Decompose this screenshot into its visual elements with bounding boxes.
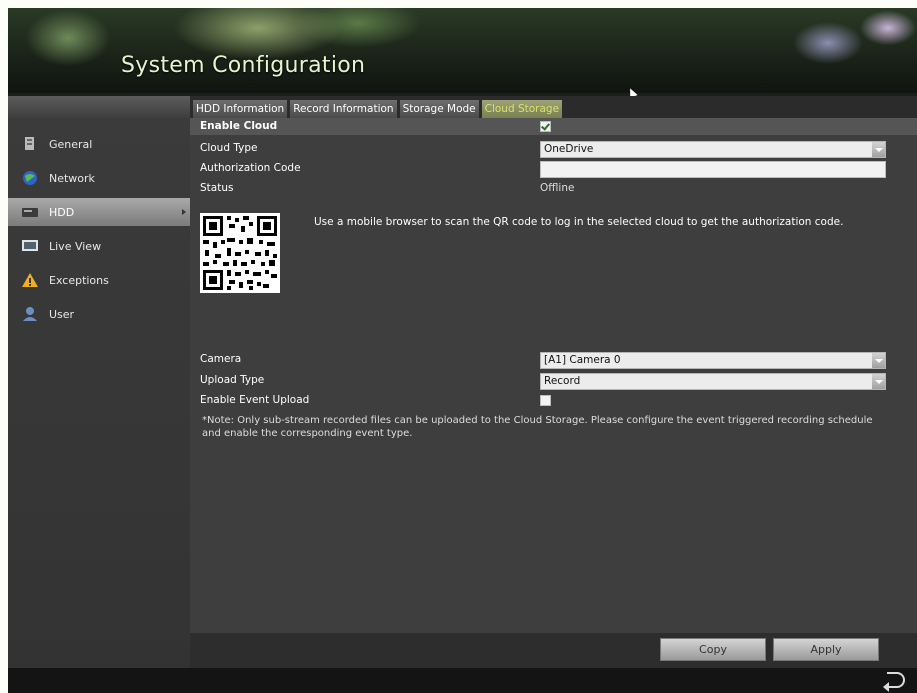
enable-cloud-checkbox[interactable] xyxy=(540,121,551,132)
camera-row: Camera [A1] Camera 0 xyxy=(190,351,917,369)
authorization-code-input[interactable] xyxy=(540,161,886,178)
sidebar-item-label: General xyxy=(49,137,93,151)
authorization-code-label: Authorization Code xyxy=(200,162,301,174)
authorization-code-row: Authorization Code xyxy=(190,160,917,178)
sidebar-item-label: Network xyxy=(49,171,95,185)
sidebar-item-hdd[interactable]: HDD xyxy=(8,198,190,226)
back-icon[interactable] xyxy=(883,672,905,692)
enable-event-upload-row: Enable Event Upload xyxy=(190,392,917,409)
sidebar-item-label: User xyxy=(49,307,75,321)
enable-event-upload-checkbox[interactable] xyxy=(540,395,551,406)
header-banner: System Configuration xyxy=(8,8,917,99)
copy-button[interactable]: Copy xyxy=(660,638,766,661)
sidebar-item-label: HDD xyxy=(49,205,75,219)
qr-hint-text: Use a mobile browser to scan the QR code… xyxy=(314,216,844,228)
sidebar-item-user[interactable]: User xyxy=(8,300,190,328)
cloud-type-label: Cloud Type xyxy=(200,142,258,154)
camera-select[interactable]: [A1] Camera 0 xyxy=(540,352,886,369)
sidebar-header xyxy=(8,96,190,118)
tab-hdd-information[interactable]: HDD Information xyxy=(193,100,288,118)
enable-cloud-row: Enable Cloud xyxy=(190,118,917,135)
network-icon xyxy=(21,170,39,186)
sidebar-item-label: Exceptions xyxy=(49,273,109,287)
upload-type-row: Upload Type Record xyxy=(190,372,917,390)
warning-icon xyxy=(21,272,39,288)
monitor-icon xyxy=(21,238,39,254)
cloud-type-row: Cloud Type OneDrive xyxy=(190,140,917,158)
camera-label: Camera xyxy=(200,353,242,365)
tab-bar: HDD Information Record Information Stora… xyxy=(190,96,917,118)
tab-storage-mode[interactable]: Storage Mode xyxy=(399,100,479,118)
footer-bar xyxy=(8,668,917,693)
sidebar: General Network HDD Live View Exceptions… xyxy=(8,118,190,668)
chevron-down-icon xyxy=(872,353,885,368)
upload-type-select[interactable]: Record xyxy=(540,373,886,390)
tab-cloud-storage[interactable]: Cloud Storage xyxy=(481,100,563,118)
sidebar-item-general[interactable]: General xyxy=(8,130,190,158)
dvr-window: System Configuration General Network HDD xyxy=(8,8,917,693)
sidebar-item-exceptions[interactable]: Exceptions xyxy=(8,266,190,294)
chevron-down-icon xyxy=(872,374,885,389)
enable-cloud-label: Enable Cloud xyxy=(200,120,278,132)
cloud-storage-panel: Enable Cloud Cloud Type OneDrive Authori… xyxy=(190,118,917,633)
cloud-type-value: OneDrive xyxy=(544,143,594,155)
general-icon xyxy=(21,136,39,152)
chevron-down-icon xyxy=(872,142,885,157)
sidebar-item-label: Live View xyxy=(49,239,102,253)
qr-code-icon xyxy=(200,213,280,293)
cloud-type-select[interactable]: OneDrive xyxy=(540,141,886,158)
hdd-icon xyxy=(21,204,39,220)
action-bar: Copy Apply xyxy=(190,633,917,668)
page-title: System Configuration xyxy=(121,53,366,78)
status-value: Offline xyxy=(540,182,575,194)
chevron-right-icon xyxy=(182,209,186,215)
tab-record-information[interactable]: Record Information xyxy=(290,100,397,118)
enable-event-upload-label: Enable Event Upload xyxy=(200,394,310,406)
cloud-storage-note: *Note: Only sub-stream recorded files ca… xyxy=(202,415,873,439)
status-label: Status xyxy=(200,182,234,194)
status-row: Status Offline xyxy=(190,180,917,197)
sidebar-item-network[interactable]: Network xyxy=(8,164,190,192)
sidebar-item-live-view[interactable]: Live View xyxy=(8,232,190,260)
apply-button[interactable]: Apply xyxy=(773,638,879,661)
camera-value: [A1] Camera 0 xyxy=(544,354,621,366)
upload-type-value: Record xyxy=(544,375,581,387)
user-icon xyxy=(21,306,39,322)
upload-type-label: Upload Type xyxy=(200,374,265,386)
